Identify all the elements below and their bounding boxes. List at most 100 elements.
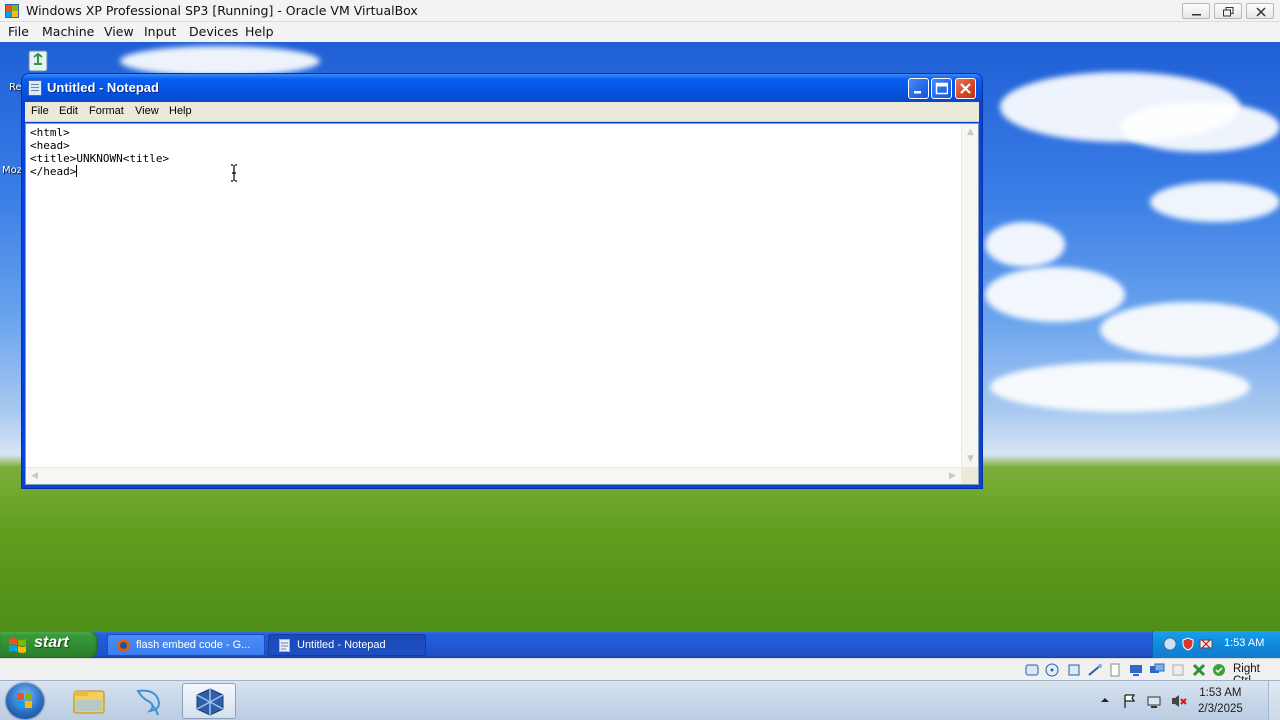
host-menu-bar: File Machine View Input Devices Help — [0, 22, 1280, 42]
text-line-current: </head> — [30, 165, 950, 178]
video-capture-icon[interactable] — [1170, 662, 1186, 678]
host-status-bar: Right Ctrl — [0, 658, 1280, 687]
wallpaper-cloud — [1100, 302, 1280, 357]
guest-clock[interactable]: 1:53 AM — [1224, 637, 1264, 649]
restore-icon — [1223, 7, 1234, 17]
pinned-kali-linux[interactable] — [122, 683, 176, 719]
action-center-flag-icon[interactable] — [1122, 693, 1138, 709]
host-menu-help[interactable]: Help — [245, 24, 274, 39]
text-caret — [76, 165, 78, 177]
host-clock-time: 1:53 AM — [1199, 687, 1242, 699]
windows-logo-icon — [17, 693, 32, 708]
host-restore-button[interactable] — [1214, 3, 1242, 19]
notepad-title-bar[interactable]: Untitled - Notepad — [22, 74, 982, 102]
host-clock-date: 2/3/2025 — [1198, 703, 1243, 715]
mouse-integration-icon[interactable] — [1211, 662, 1227, 678]
wallpaper-cloud — [1150, 182, 1280, 222]
host-menu-file[interactable]: File — [8, 24, 29, 39]
optical-drive-icon[interactable] — [1044, 662, 1060, 678]
vertical-scrollbar[interactable]: ▲ ▼ — [961, 124, 978, 468]
guest-screen[interactable]: Re Moz Untitled - Notepad File Edit Form… — [0, 42, 1280, 658]
host-start-orb[interactable] — [6, 683, 44, 719]
maximize-icon — [935, 82, 948, 95]
network-tray-icon[interactable] — [1146, 693, 1162, 709]
display-icon[interactable] — [1149, 662, 1165, 678]
desktop-icon-label[interactable]: Re — [9, 82, 22, 93]
wallpaper-cloud — [990, 362, 1250, 412]
scroll-up-icon[interactable]: ▲ — [963, 125, 978, 140]
host-menu-view[interactable]: View — [104, 24, 134, 39]
usb-icon[interactable] — [1107, 662, 1123, 678]
wallpaper-cloud — [1120, 102, 1280, 152]
host-menu-machine[interactable]: Machine — [42, 24, 94, 39]
text-line: </head> — [30, 165, 77, 178]
wallpaper-cloud — [120, 46, 320, 76]
task-label: flash embed code - G... — [136, 639, 251, 651]
network-icon[interactable] — [1087, 662, 1103, 678]
hard-disk-icon[interactable] — [1024, 662, 1040, 678]
virtualbox-icon — [196, 688, 224, 716]
host-window-title: Windows XP Professional SP3 [Running] - … — [26, 3, 418, 18]
start-button[interactable]: start — [0, 631, 98, 658]
notepad-menu-help[interactable]: Help — [169, 105, 192, 117]
host-close-button[interactable] — [1246, 3, 1274, 19]
windows-flag-icon — [9, 638, 26, 653]
security-shield-icon[interactable] — [1181, 637, 1195, 651]
resize-grip-icon[interactable] — [961, 467, 978, 484]
scroll-left-icon[interactable]: ◀ — [27, 469, 42, 484]
kali-linux-icon — [136, 689, 160, 716]
network-icon[interactable] — [1199, 637, 1213, 651]
windows-explorer-icon — [73, 690, 105, 714]
show-hidden-icons-icon[interactable] — [1100, 695, 1110, 705]
notepad-menu-edit[interactable]: Edit — [59, 105, 78, 117]
text-line: <html> — [30, 126, 70, 139]
recycle-bin-icon[interactable] — [26, 47, 50, 73]
text-line: <title>UNKNOWN<title> — [30, 152, 170, 165]
host-menu-input[interactable]: Input — [144, 24, 176, 39]
minimize-icon — [1192, 14, 1201, 16]
host-menu-devices[interactable]: Devices — [189, 24, 238, 39]
volume-muted-icon[interactable] — [1170, 693, 1188, 709]
scroll-down-icon[interactable]: ▼ — [963, 452, 978, 467]
pinned-virtualbox[interactable] — [182, 683, 236, 719]
virtualization-icon[interactable] — [1191, 662, 1207, 678]
minimize-icon — [914, 91, 921, 94]
notepad-content[interactable]: <html> <head> <title>UNKNOWN<title> </head> — [30, 126, 950, 178]
horizontal-scrollbar[interactable]: ◀ ▶ — [26, 467, 961, 484]
firefox-icon — [117, 639, 130, 652]
notepad-minimize-button[interactable] — [908, 78, 929, 99]
host-clock[interactable]: 1:53 AM 2/3/2025 — [1198, 685, 1243, 717]
host-minimize-button[interactable] — [1182, 3, 1210, 19]
pinned-windows-explorer[interactable] — [62, 683, 116, 719]
system-tray: 1:53 AM — [1152, 631, 1280, 658]
notepad-close-button[interactable] — [955, 78, 976, 99]
host-title-bar: Windows XP Professional SP3 [Running] - … — [0, 0, 1280, 22]
notepad-title: Untitled - Notepad — [47, 80, 159, 95]
shared-folders-icon[interactable] — [1128, 662, 1144, 678]
notepad-menu-view[interactable]: View — [135, 105, 159, 117]
notepad-text-area[interactable]: <html> <head> <title>UNKNOWN<title> </head>… — [25, 123, 979, 485]
notepad-icon — [279, 639, 290, 652]
notepad-menu-file[interactable]: File — [31, 105, 49, 117]
notepad-icon — [28, 80, 42, 96]
host-taskbar: 1:53 AM 2/3/2025 — [0, 680, 1280, 720]
start-label: start — [34, 634, 69, 651]
notepad-maximize-button[interactable] — [931, 78, 952, 99]
ibeam-cursor-icon — [231, 164, 237, 182]
task-label: Untitled - Notepad — [297, 639, 386, 651]
scroll-right-icon[interactable]: ▶ — [945, 469, 960, 484]
close-icon — [960, 83, 971, 94]
task-firefox[interactable]: flash embed code - G... — [107, 634, 265, 656]
close-icon — [1256, 7, 1266, 17]
desktop-icon-label[interactable]: Moz — [2, 165, 22, 176]
show-desktop-button[interactable] — [1268, 681, 1280, 720]
guest-taskbar: start flash embed code - G... Untitled -… — [0, 631, 1280, 658]
virtualbox-app-icon — [5, 4, 19, 18]
wallpaper-cloud — [985, 267, 1125, 322]
notepad-menu-bar: File Edit Format View Help — [25, 102, 979, 122]
task-notepad[interactable]: Untitled - Notepad — [268, 634, 426, 656]
speaker-icon[interactable] — [1163, 637, 1177, 651]
audio-icon[interactable] — [1066, 662, 1082, 678]
notepad-menu-format[interactable]: Format — [89, 105, 124, 117]
notepad-window[interactable]: Untitled - Notepad File Edit Format View… — [22, 74, 982, 488]
